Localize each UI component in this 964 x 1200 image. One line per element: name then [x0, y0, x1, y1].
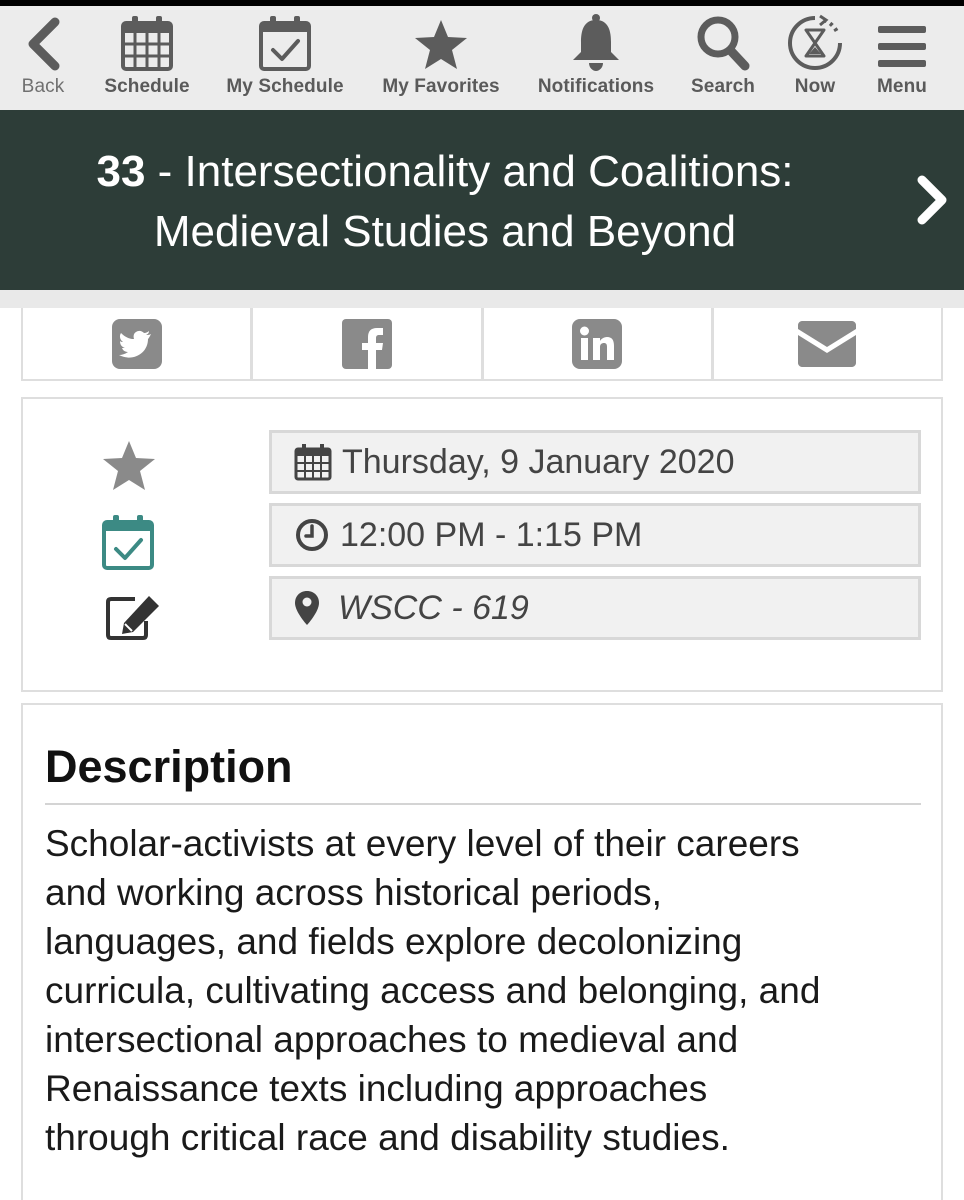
- session-number: 33: [96, 147, 146, 196]
- nav-back[interactable]: Back: [0, 6, 86, 110]
- star-icon: [413, 6, 469, 76]
- calendar-icon: [294, 444, 332, 481]
- favorite-star-icon[interactable]: [101, 439, 157, 498]
- banner-gap-strip: [0, 290, 964, 308]
- back-chevron-icon: [23, 6, 63, 76]
- description-line: through critical race and disability stu…: [45, 1117, 730, 1158]
- nav-my-schedule[interactable]: My Schedule: [214, 6, 356, 110]
- nav-schedule[interactable]: Schedule: [94, 6, 200, 110]
- hourglass-clock-icon: [786, 6, 844, 76]
- description-line: curricula, cultivating access and belong…: [45, 970, 821, 1011]
- calendar-check-icon: [258, 6, 312, 76]
- twitter-icon: [111, 318, 162, 369]
- session-details-panel: Thursday, 9 January 2020 12:00 PM - 1:15…: [21, 397, 943, 692]
- share-email-button[interactable]: [714, 308, 941, 379]
- calendar-grid-icon: [120, 6, 174, 76]
- next-session-chevron-icon[interactable]: [914, 172, 950, 228]
- nav-search-label: Search: [691, 76, 755, 97]
- nav-schedule-label: Schedule: [104, 76, 190, 97]
- session-time-field: 12:00 PM - 1:15 PM: [269, 503, 921, 567]
- nav-menu-label: Menu: [876, 76, 927, 97]
- share-facebook-button[interactable]: [253, 308, 484, 379]
- session-date-field: Thursday, 9 January 2020: [269, 430, 921, 494]
- share-bar: [21, 308, 943, 381]
- nav-menu[interactable]: Menu: [864, 6, 940, 110]
- session-location-field[interactable]: WSCC - 619: [269, 576, 921, 640]
- session-title-banner: 33 - Intersectionality and Coalitions: M…: [0, 110, 964, 290]
- session-title-line-2: Medieval Studies and Beyond: [153, 207, 737, 256]
- session-location: WSCC - 619: [338, 588, 529, 627]
- session-title-separator: -: [145, 147, 185, 196]
- description-panel: Description Scholar-activists at every l…: [21, 703, 943, 1200]
- bell-icon: [569, 6, 623, 76]
- share-twitter-button[interactable]: [23, 308, 254, 379]
- nav-my-favorites-label: My Favorites: [382, 76, 500, 97]
- search-icon: [695, 6, 751, 76]
- add-to-schedule-calendar-icon[interactable]: [101, 513, 155, 576]
- email-icon: [798, 320, 857, 367]
- edit-note-icon[interactable]: [105, 593, 163, 646]
- nav-my-favorites[interactable]: My Favorites: [370, 6, 512, 110]
- session-title: 33 - Intersectionality and Coalitions: M…: [30, 142, 860, 262]
- clock-icon: [296, 519, 328, 551]
- description-line: languages, and fields explore decolonizi…: [45, 921, 743, 962]
- hamburger-menu-icon: [876, 6, 928, 76]
- nav-back-label: Back: [21, 76, 65, 97]
- description-line: Scholar-activists at every level of thei…: [45, 823, 800, 864]
- session-time: 12:00 PM - 1:15 PM: [340, 515, 643, 554]
- session-title-line-1: Intersectionality and Coalitions:: [184, 147, 794, 196]
- nav-now-label: Now: [794, 76, 836, 97]
- description-line: intersectional approaches to medieval an…: [45, 1019, 739, 1060]
- nav-my-schedule-label: My Schedule: [226, 76, 344, 97]
- description-divider: [45, 803, 921, 805]
- linkedin-icon: [572, 318, 623, 369]
- map-pin-icon: [295, 591, 319, 625]
- description-line: and working across historical periods,: [45, 872, 662, 913]
- description-body: Scholar-activists at every level of thei…: [45, 819, 925, 1162]
- session-date: Thursday, 9 January 2020: [342, 442, 735, 481]
- nav-notifications-label: Notifications: [537, 76, 655, 97]
- description-heading: Description: [45, 741, 293, 792]
- nav-search[interactable]: Search: [680, 6, 766, 110]
- share-linkedin-button[interactable]: [484, 308, 714, 379]
- top-navigation-bar: Back Schedule My Schedule My Favorites N…: [0, 6, 964, 110]
- nav-now[interactable]: Now: [778, 6, 852, 110]
- description-line: Renaissance texts including approaches: [45, 1068, 708, 1109]
- nav-notifications[interactable]: Notifications: [528, 6, 664, 110]
- facebook-icon: [341, 318, 392, 369]
